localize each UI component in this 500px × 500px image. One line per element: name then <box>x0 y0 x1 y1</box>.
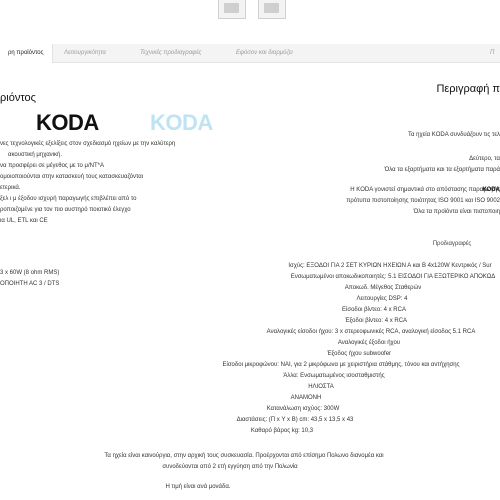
spec-line-left: ΟΠΟΙΗΤΗ ΑC 3 / DTS <box>0 281 60 287</box>
thumbnail-strip <box>0 0 500 22</box>
price-note: Η τιμή είναι ανά μονάδα. <box>165 484 231 490</box>
footer-note: Τα ηχεία είναι καινούργια, στην αρχική τ… <box>104 453 384 459</box>
tab-more[interactable]: Π <box>490 44 494 62</box>
speaker-image-icon <box>224 3 239 13</box>
spec-line: Έξοδος ήχου subwoofer <box>326 351 392 357</box>
description-line: Τα ηχεία KODA συνδυάζουν τις τελ <box>407 132 500 138</box>
description-line: ομοιοποιούνται στην κατασκευή τους κατασ… <box>0 174 144 180</box>
spec-line: Λειτουργίες DSP: 4 <box>356 296 408 302</box>
spec-line: Άλλα: Ενσωματωμένος ισοσταθμιστής <box>283 373 385 379</box>
description-line: νες τεχνολογικές εξελίξεις στον σχεδιασμ… <box>0 141 176 147</box>
section-title-left: ριόντος <box>0 92 36 104</box>
description-line: ακουστική μηχανική. <box>8 152 63 158</box>
spec-line-left: 3 x 60W (8 ohm RMS) <box>0 270 60 276</box>
description-line: ετερικά. <box>0 185 21 191</box>
brand-logo: KODA <box>36 110 99 135</box>
spec-line: Έξοδοι βίντεο: 4 x RCA <box>344 318 408 324</box>
product-tabs: ρη προϊόντος Λειτουργικότητα Τεχνικές πρ… <box>0 44 500 63</box>
spec-line: Κατανάλωση ισχύος: 300W <box>266 406 340 412</box>
footer-note: συνοδεύονται από 2 ετή εγγύηση από την Π… <box>162 464 298 470</box>
section-title-right: Περιγραφή π <box>436 83 500 95</box>
tab-specifications[interactable]: Τεχνικές προδιαγραφές <box>140 44 201 62</box>
spec-line: Είσοδοι βίντεο: 4 x RCA <box>342 307 406 313</box>
spec-line: ΗΛΙΟΣΤΑ <box>308 384 334 390</box>
description-line: ροποιζομένε για τον πιο αυστηρό ποιοτικό… <box>0 207 131 213</box>
description-line: Η KODA γονιστεί σημαντικά στο απόστασης … <box>350 187 500 193</box>
description-line: Όλα τα εξαρτήματα και τα εξαρτήματα παρά <box>384 167 500 173</box>
specifications-title: Προδιαγραφές <box>432 241 472 247</box>
tab-description[interactable]: ρη προϊόντος <box>0 44 53 63</box>
description-line: Όλα τα προϊόντα είναι πιστοποιη <box>413 209 500 215</box>
tab-functionality[interactable]: Λειτουργικότητα <box>64 44 106 62</box>
spec-line: Αναλογικές έξοδοι ήχου <box>337 340 401 346</box>
spec-line: Ενσωματωμένοι αποκωδικοποιητές: 5.1 ΕΙΣΟ… <box>290 274 496 280</box>
product-thumbnail[interactable] <box>218 0 246 19</box>
description-line: Δεύτερο, τα <box>469 156 500 162</box>
spec-line: Διαστάσεις: (Π x Υ x Β) cm: 43,5 x 13,5 … <box>236 417 354 423</box>
spec-line: Είσοδοι μικροφώνου: ΝΑΙ, για 2 μικρόφωνα… <box>222 362 460 368</box>
description-line: ξελ ι μ έξοδου ισχυρή παραγωγής επιβλέπε… <box>0 196 137 202</box>
spec-line: Αναλογικές είσοδοι ήχου: 3 x στερεοφωνικ… <box>266 329 476 335</box>
spec-line: Καθαρό βάρος kg: 10,3 <box>250 428 314 434</box>
spec-line: Ισχύς: ΕΞΟΔΟΙ ΓΙΑ 2 ΣΕΤ ΚΥΡΙΩΝ ΗΧΕΙΩΝ Α … <box>288 263 492 269</box>
spec-line: ΑΝΑΜΟΝΗ <box>290 395 322 401</box>
spec-line: Αποκωδ. Μέγεθος Σταθερών <box>344 285 422 291</box>
description-line: πρότυπα πιστοποίησης ποιότητας ISO 9001 … <box>346 198 500 204</box>
product-thumbnail[interactable] <box>258 0 286 19</box>
tab-compatibility[interactable]: Εφόσον και διαρμόζει <box>236 44 293 62</box>
speaker-image-icon <box>264 3 279 13</box>
description-line: να προσφέρει σε μέγεθος με το μ/ΝΤ*Α <box>0 163 105 169</box>
description-line: ια UL, ETL και CE <box>0 218 48 224</box>
brand-logo-light: KODA <box>150 110 213 135</box>
